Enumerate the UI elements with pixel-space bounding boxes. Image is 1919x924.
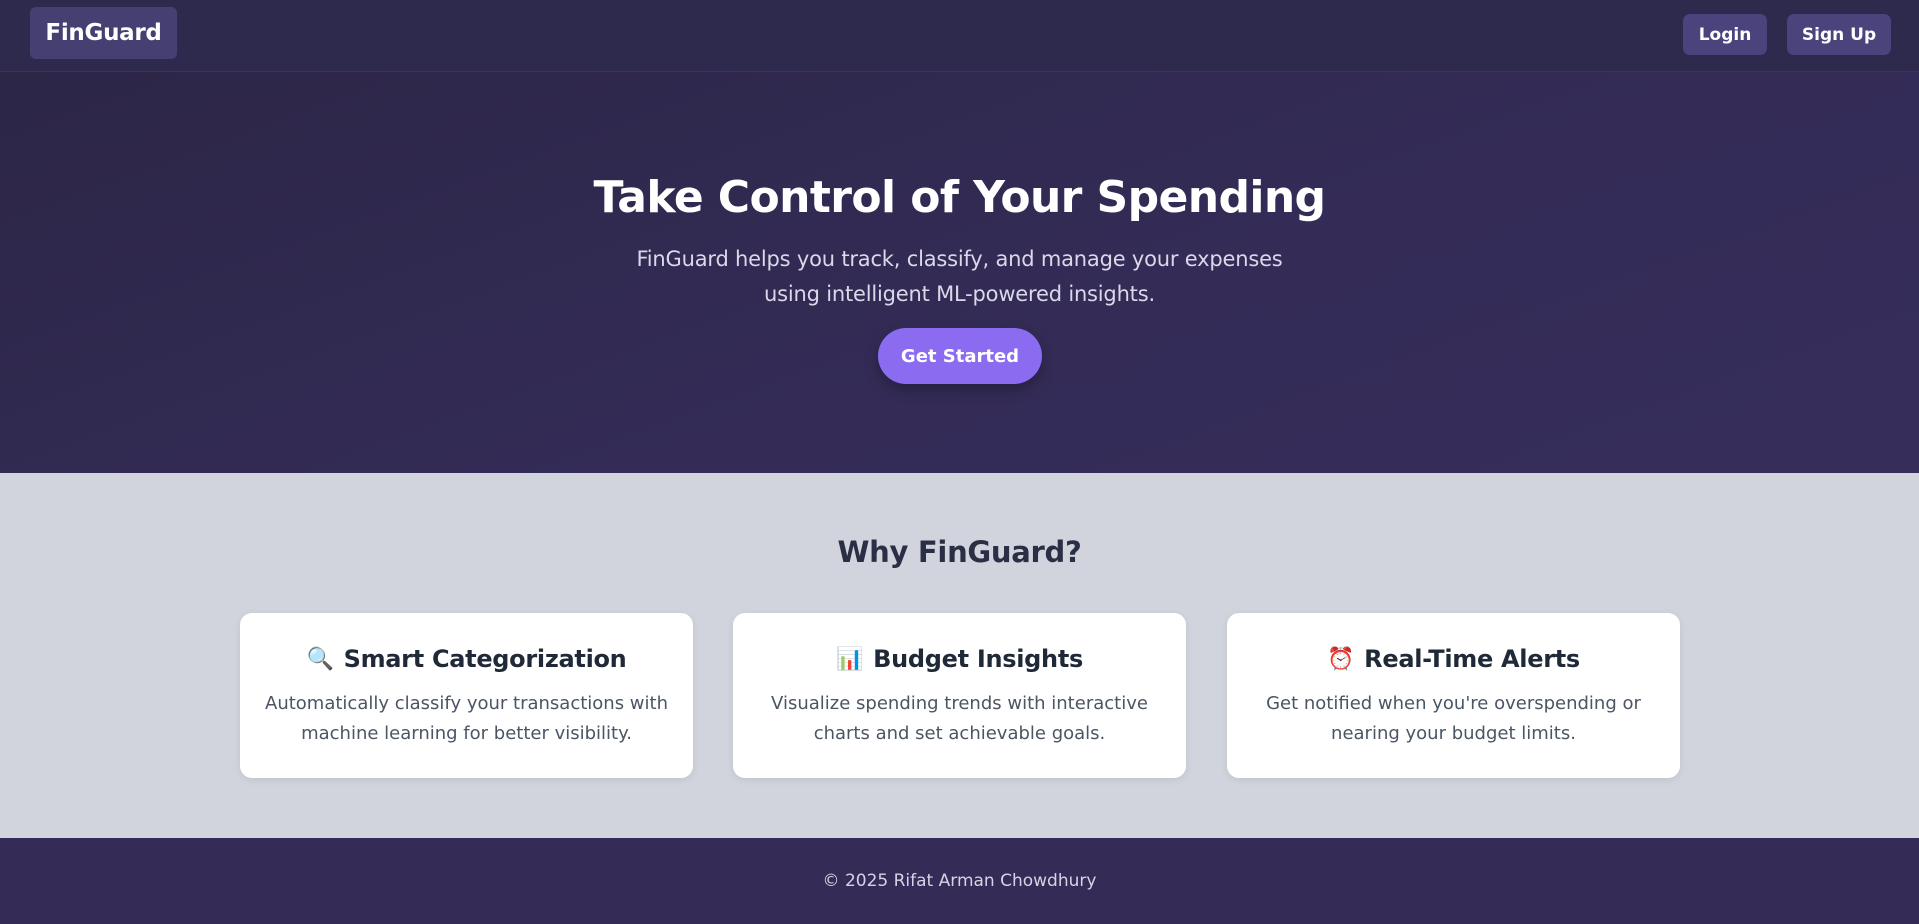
feature-card-smart-categorization: 🔍 Smart Categorization Automatically cla… [240,613,693,778]
feature-card-real-time-alerts: ⏰ Real-Time Alerts Get notified when you… [1227,613,1680,778]
get-started-button[interactable]: Get Started [878,328,1042,384]
features-section: Why FinGuard? 🔍 Smart Categorization Aut… [0,473,1919,838]
copyright-text: © 2025 Rifat Arman Chowdhury [822,871,1097,891]
feature-card-title: Smart Categorization [343,645,627,673]
feature-card-text: Get notified when you're overspending or… [1266,693,1641,744]
feature-card-text: Automatically classify your transactions… [265,693,668,744]
feature-card-heading: ⏰ Real-Time Alerts [1227,645,1680,673]
top-navbar: FinGuard Login Sign Up [0,0,1919,72]
feature-card-title: Budget Insights [873,645,1083,673]
hero-subtitle: FinGuard helps you track, classify, and … [636,247,1283,306]
magnifier-icon: 🔍 [306,646,334,672]
bar-chart-icon: 📊 [836,646,864,672]
feature-card-text: Visualize spending trends with interacti… [771,693,1148,744]
hero-title: Take Control of Your Spending [593,172,1327,223]
feature-card-heading: 📊 Budget Insights [733,645,1186,673]
login-button[interactable]: Login [1683,14,1767,55]
feature-card-budget-insights: 📊 Budget Insights Visualize spending tre… [733,613,1186,778]
signup-button[interactable]: Sign Up [1787,14,1891,55]
page-footer: © 2025 Rifat Arman Chowdhury [0,838,1919,924]
brand-logo[interactable]: FinGuard [30,7,177,59]
hero-section: Take Control of Your Spending FinGuard h… [0,72,1919,473]
features-title: Why FinGuard? [837,535,1082,569]
feature-card-heading: 🔍 Smart Categorization [240,645,693,673]
feature-card-title: Real-Time Alerts [1364,645,1580,673]
alarm-clock-icon: ⏰ [1327,646,1355,672]
